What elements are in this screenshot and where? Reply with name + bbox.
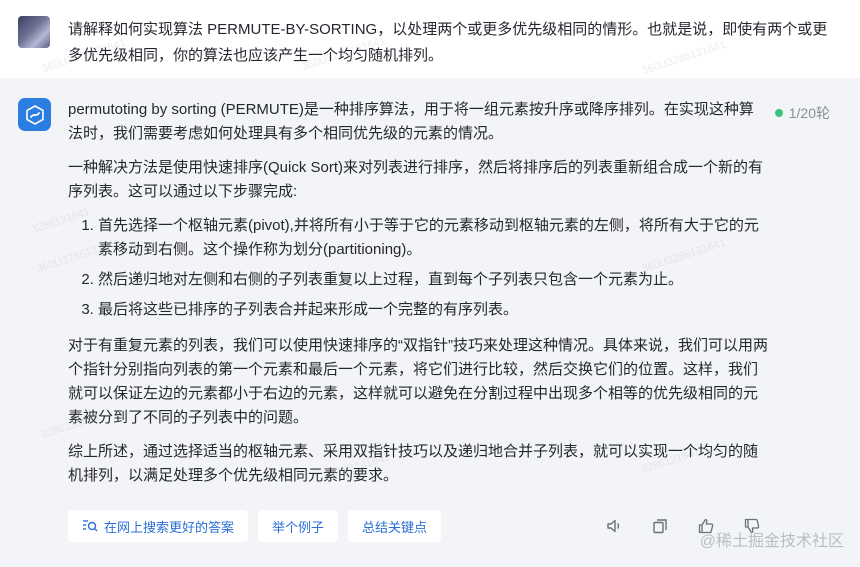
- user-avatar: [18, 16, 50, 48]
- turn-counter-label: 1/20轮: [788, 105, 830, 121]
- bot-paragraph: permutoting by sorting (PERMUTE)是一种排序算法，…: [68, 101, 754, 142]
- search-list-icon: [83, 520, 98, 532]
- give-example-button[interactable]: 举个例子: [258, 510, 339, 542]
- summarize-key-points-label: 总结关键点: [362, 519, 428, 535]
- steps-list: 首先选择一个枢轴元素(pivot),并将所有小于等于它的元素移动到枢轴元素的左侧…: [68, 214, 768, 322]
- step-item: 然后递归地对左侧和右侧的子列表重复以上过程，直到每个子列表只包含一个元素为止。: [98, 268, 768, 292]
- bot-avatar: [18, 98, 51, 131]
- suggestion-actions: 在网上搜索更好的答案 举个例子 总结关键点: [68, 510, 442, 542]
- step-item: 首先选择一个枢轴元素(pivot),并将所有小于等于它的元素移动到枢轴元素的左侧…: [98, 214, 768, 262]
- bot-paragraph: 一种解决方法是使用快速排序(Quick Sort)来对列表进行排序，然后将排序后…: [68, 159, 764, 200]
- copy-icon[interactable]: [650, 516, 670, 536]
- status-dot-icon: [774, 109, 783, 117]
- turn-counter: 1/20轮: [774, 103, 830, 123]
- bot-paragraph: 对于有重复元素的列表，我们可以使用快速排序的“双指针”技巧来处理这种情况。具体来…: [68, 337, 768, 426]
- search-better-answer-button[interactable]: 在网上搜索更好的答案: [68, 510, 249, 542]
- user-message-text: 请解释如何实现算法 PERMUTE-BY-SORTING，以处理两个或更多优先级…: [68, 21, 828, 64]
- search-better-answer-label: 在网上搜索更好的答案: [104, 519, 235, 535]
- bot-message-area: 1/20轮 permutoting by sorting (PERMUTE)是一…: [0, 78, 860, 567]
- ai-logo-icon: [25, 104, 44, 125]
- bot-paragraph: 综上所述，通过选择适当的枢轴元素、采用双指针技巧以及递归地合并子列表，就可以实现…: [68, 443, 759, 484]
- speaker-icon[interactable]: [604, 516, 624, 536]
- user-message-row: 请解释如何实现算法 PERMUTE-BY-SORTING，以处理两个或更多优先级…: [0, 0, 860, 78]
- watermark-corner: @稀土掘金技术社区: [700, 527, 844, 551]
- give-example-label: 举个例子: [272, 519, 325, 535]
- step-item: 最后将这些已排序的子列表合并起来形成一个完整的有序列表。: [98, 298, 768, 322]
- watermark-corner-label: @稀土掘金技术社区: [699, 533, 844, 550]
- bot-message-content: permutoting by sorting (PERMUTE)是一种排序算法，…: [68, 98, 768, 498]
- summarize-key-points-button[interactable]: 总结关键点: [348, 510, 442, 542]
